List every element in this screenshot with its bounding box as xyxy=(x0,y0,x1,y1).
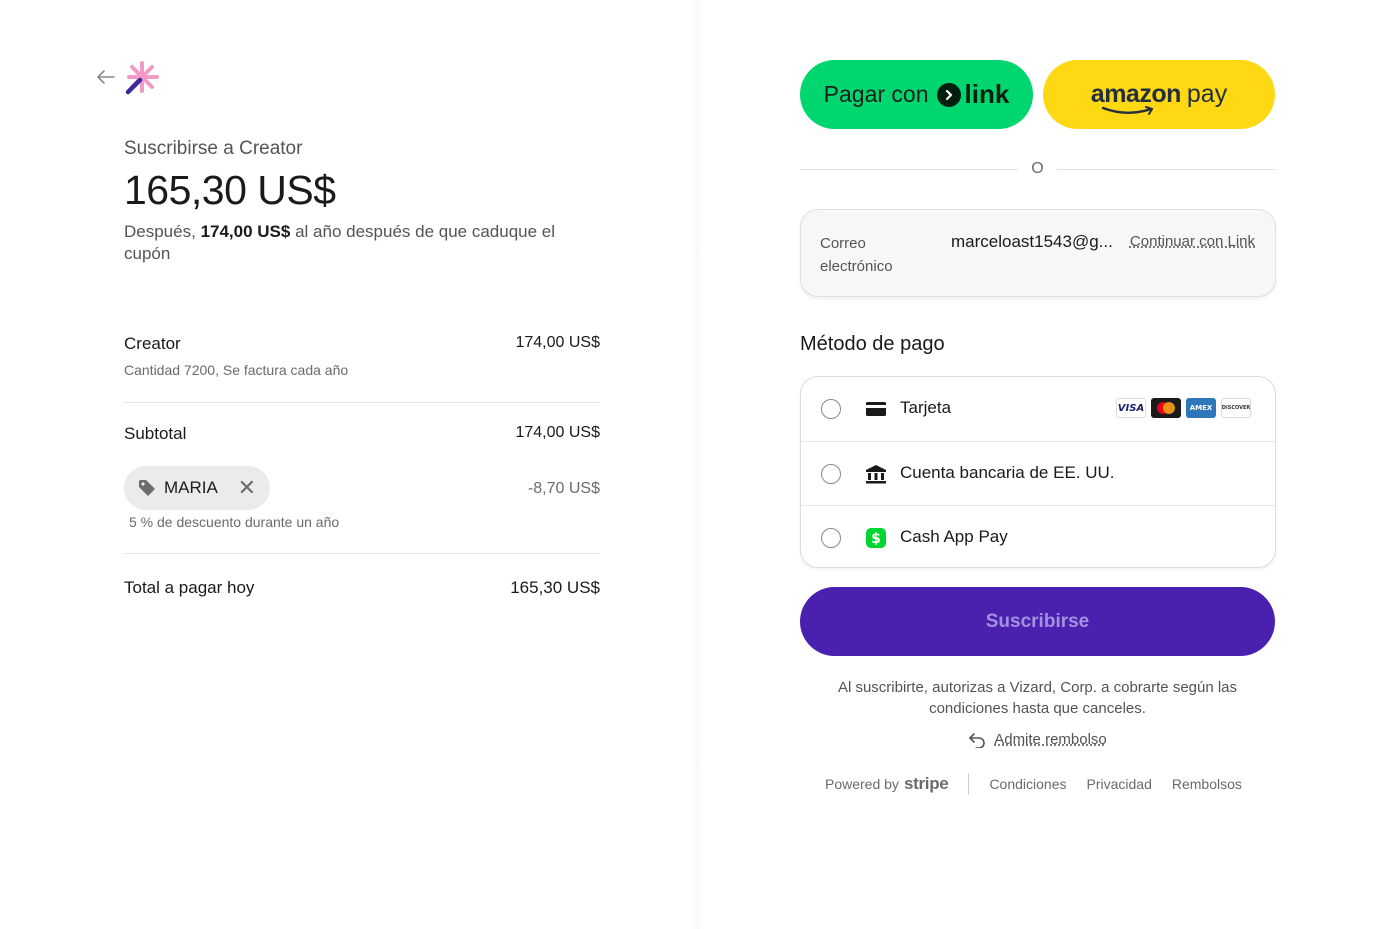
payment-method-title: Método de pago xyxy=(800,333,945,355)
card-brands: VISA AMEX DISCOVER xyxy=(1116,398,1251,418)
payment-method-list: Tarjeta VISA AMEX DISCOVER Cuenta bancar… xyxy=(800,376,1276,568)
order-summary-pane: Suscribirse a Creator 165,30 US$ Después… xyxy=(0,0,700,929)
amazon-pay-logo: amazon pay xyxy=(1091,80,1227,115)
payment-method-label: Cash App Pay xyxy=(900,527,1008,546)
footer-link-refunds[interactable]: Rembolsos xyxy=(1172,776,1242,792)
discover-icon: DISCOVER xyxy=(1221,398,1251,418)
payment-method-label: Cuenta bancaria de EE. UU. xyxy=(900,463,1115,482)
stripe-logo: stripe xyxy=(903,774,949,793)
subscribe-button[interactable]: Suscribirse xyxy=(800,587,1275,656)
total-row: Total a pagar hoy 165,30 US$ xyxy=(124,578,600,598)
mastercard-icon xyxy=(1151,398,1181,418)
line-item-creator: Creator Cantidad 7200, Se factura cada a… xyxy=(124,334,600,378)
continue-with-link[interactable]: Continuar con Link xyxy=(1130,233,1255,250)
credit-card-icon xyxy=(865,398,887,420)
undo-icon xyxy=(969,732,985,748)
coupon-pill: MARIA ✕ xyxy=(124,466,270,510)
divider xyxy=(124,402,600,403)
divider xyxy=(124,553,600,554)
footer: Powered by stripe Condiciones Privacidad… xyxy=(825,773,1262,795)
close-icon[interactable]: ✕ xyxy=(238,477,256,499)
coupon-discount-amount: -8,70 US$ xyxy=(527,480,600,497)
amex-icon: AMEX xyxy=(1186,398,1216,418)
footer-divider xyxy=(968,773,970,795)
line-item-amount: 174,00 US$ xyxy=(515,334,600,351)
tag-icon xyxy=(139,480,155,496)
refund-row: Admite rembolso xyxy=(800,731,1275,748)
payment-method-card[interactable]: Tarjeta VISA AMEX DISCOVER xyxy=(801,377,1275,441)
radio-card[interactable] xyxy=(821,399,841,419)
chevron-right-icon xyxy=(936,82,961,107)
price-after-coupon: Después, 174,00 US$ al año después de qu… xyxy=(124,222,556,263)
cash-app-icon: $ xyxy=(865,527,887,549)
total-amount: 165,30 US$ xyxy=(510,578,600,597)
radio-cashapp[interactable] xyxy=(821,528,841,548)
price-total: 165,30 US$ xyxy=(124,167,336,213)
coupon-code: MARIA xyxy=(164,478,218,497)
or-separator: O xyxy=(800,160,1275,180)
pay-with-link-button[interactable]: Pagar con link xyxy=(800,60,1033,129)
plan-heading: Suscribirse a Creator xyxy=(124,138,303,159)
amazon-pay-button[interactable]: amazon pay xyxy=(1043,60,1275,129)
payment-method-cashapp[interactable]: $ Cash App Pay xyxy=(801,505,1275,567)
powered-by-stripe[interactable]: Powered by stripe xyxy=(825,774,949,794)
link-logo: link xyxy=(936,79,1009,110)
payment-pane: Pagar con link amazon pay O Correo elect… xyxy=(700,0,1399,929)
footer-link-terms[interactable]: Condiciones xyxy=(989,776,1066,792)
subtotal-row: Subtotal 174,00 US$ xyxy=(124,424,600,444)
footer-link-privacy[interactable]: Privacidad xyxy=(1087,776,1152,792)
coupon-note: 5 % de descuento durante un año xyxy=(129,514,340,530)
email-field[interactable]: Correo electrónico marceloast1543@g... C… xyxy=(800,209,1276,297)
bank-icon xyxy=(865,463,887,485)
svg-text:$: $ xyxy=(871,531,881,547)
email-label: Correo electrónico xyxy=(820,235,893,275)
authorization-text: Al suscribirte, autorizas a Vizard, Corp… xyxy=(837,679,1238,717)
payment-method-label: Tarjeta xyxy=(900,398,952,417)
line-item-details: Cantidad 7200, Se factura cada año xyxy=(124,362,349,378)
visa-icon: VISA xyxy=(1116,398,1146,418)
amazon-smile-icon xyxy=(1101,106,1154,115)
back-arrow-icon[interactable] xyxy=(97,66,117,88)
refund-policy-link[interactable]: Admite rembolso xyxy=(994,731,1107,748)
radio-bank[interactable] xyxy=(821,464,841,484)
subtotal-amount: 174,00 US$ xyxy=(515,424,600,441)
vizard-logo xyxy=(122,60,162,96)
after-amount: 174,00 US$ xyxy=(200,222,291,241)
email-value[interactable]: marceloast1543@g... xyxy=(951,232,1113,252)
payment-method-bank[interactable]: Cuenta bancaria de EE. UU. xyxy=(801,441,1275,505)
